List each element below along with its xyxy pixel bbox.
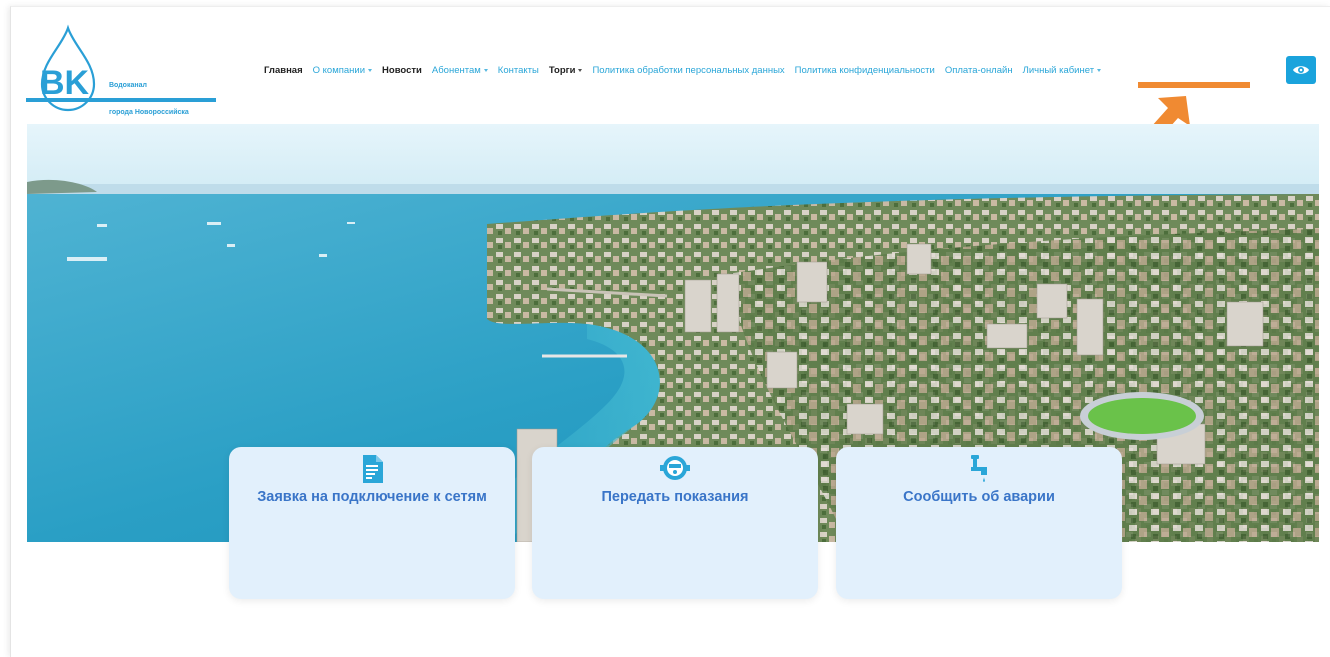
chevron-down-icon: [1097, 68, 1102, 72]
nav-item-contacts[interactable]: Контакты: [498, 65, 539, 76]
nav-item-personal-data-policy[interactable]: Политика обработки персональных данных: [592, 65, 784, 76]
main-nav: Главная О компании Новости Абонентам Кон…: [264, 63, 1111, 77]
nav-item-home[interactable]: Главная: [264, 65, 303, 76]
logo-line2: города Новороссийска: [109, 109, 189, 116]
chevron-down-icon: [578, 68, 583, 72]
card-title: Сообщить об аварии: [903, 489, 1055, 505]
nav-item-about[interactable]: О компании: [313, 65, 373, 76]
logo[interactable]: BK Водоканал города Новороссийска: [26, 24, 218, 116]
logo-line1: Водоканал: [109, 82, 147, 89]
faucet-icon: [971, 455, 987, 482]
eye-icon: [1293, 66, 1309, 74]
card-report-accident[interactable]: Сообщить об аварии: [836, 447, 1122, 599]
card-connection-request[interactable]: Заявка на подключение к сетям: [229, 447, 515, 599]
nav-item-subscribers[interactable]: Абонентам: [432, 65, 488, 76]
annotation-underline: [1138, 82, 1250, 88]
logo-letters: BK: [40, 64, 90, 102]
logo-mark: BK: [26, 24, 216, 112]
nav-item-tenders[interactable]: Торги: [549, 65, 583, 76]
nav-item-personal-account[interactable]: Личный кабинет: [1023, 65, 1102, 76]
chevron-down-icon: [368, 68, 373, 72]
nav-item-news[interactable]: Новости: [382, 65, 422, 76]
accessibility-button[interactable]: [1286, 56, 1316, 84]
card-title: Заявка на подключение к сетям: [257, 489, 487, 505]
meter-icon: [660, 456, 690, 480]
nav-item-online-payment[interactable]: Оплата-онлайн: [945, 65, 1013, 76]
document-icon: [363, 455, 383, 483]
card-title: Передать показания: [601, 489, 749, 505]
chevron-down-icon: [483, 68, 488, 72]
nav-item-privacy-policy[interactable]: Политика конфиденциальности: [795, 65, 935, 76]
card-submit-readings[interactable]: Передать показания: [532, 447, 818, 599]
